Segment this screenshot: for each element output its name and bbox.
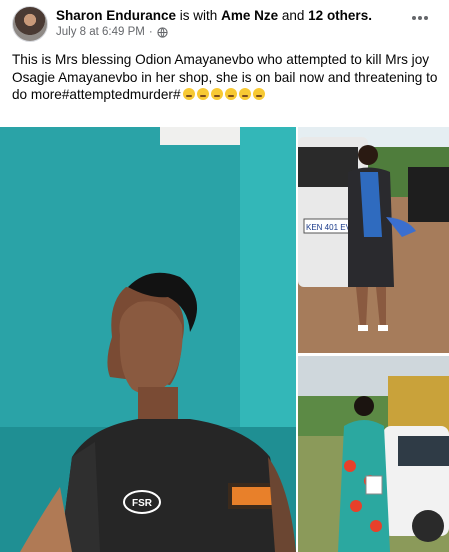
emoji-icon: [182, 88, 195, 100]
tagged-others-link[interactable]: 12 others.: [308, 8, 372, 23]
post-header: Sharon Endurance is with Ame Nze and 12 …: [0, 0, 449, 45]
emoji-icon: [210, 88, 223, 100]
post-meta: July 8 at 6:49 PM ·: [56, 26, 168, 38]
emoji-icon: [252, 88, 265, 100]
post-body: This is Mrs blessing Odion Amayanevbo wh…: [12, 51, 440, 104]
tagged-user[interactable]: Ame Nze: [221, 8, 278, 23]
author-name[interactable]: Sharon Endurance: [56, 8, 176, 23]
photo-grid: FSR KEN 401 EV: [0, 127, 449, 552]
with-text: is with: [179, 8, 218, 23]
emoji-icon: [224, 88, 237, 100]
car-plate: KEN 401 EV: [306, 223, 352, 232]
and-text: and: [281, 8, 305, 23]
photo-bottom-right[interactable]: [298, 356, 449, 552]
photo-top-right-image: KEN 401 EV: [298, 127, 449, 353]
globe-icon[interactable]: [157, 26, 168, 38]
emoji-icon: [196, 88, 209, 100]
photo-main[interactable]: FSR: [0, 127, 296, 552]
more-options-icon[interactable]: [407, 8, 433, 28]
shirt-logo-text: FSR: [132, 498, 153, 509]
photo-bottom-right-image: [298, 356, 449, 552]
post-timestamp[interactable]: July 8 at 6:49 PM: [56, 26, 145, 38]
photo-top-right[interactable]: KEN 401 EV: [298, 127, 449, 353]
meta-separator: ·: [148, 26, 153, 38]
photo-main-image: FSR: [0, 127, 296, 552]
emoji-icon: [238, 88, 251, 100]
avatar[interactable]: [12, 6, 48, 42]
post-author-line: Sharon Endurance is with Ame Nze and 12 …: [56, 8, 372, 23]
